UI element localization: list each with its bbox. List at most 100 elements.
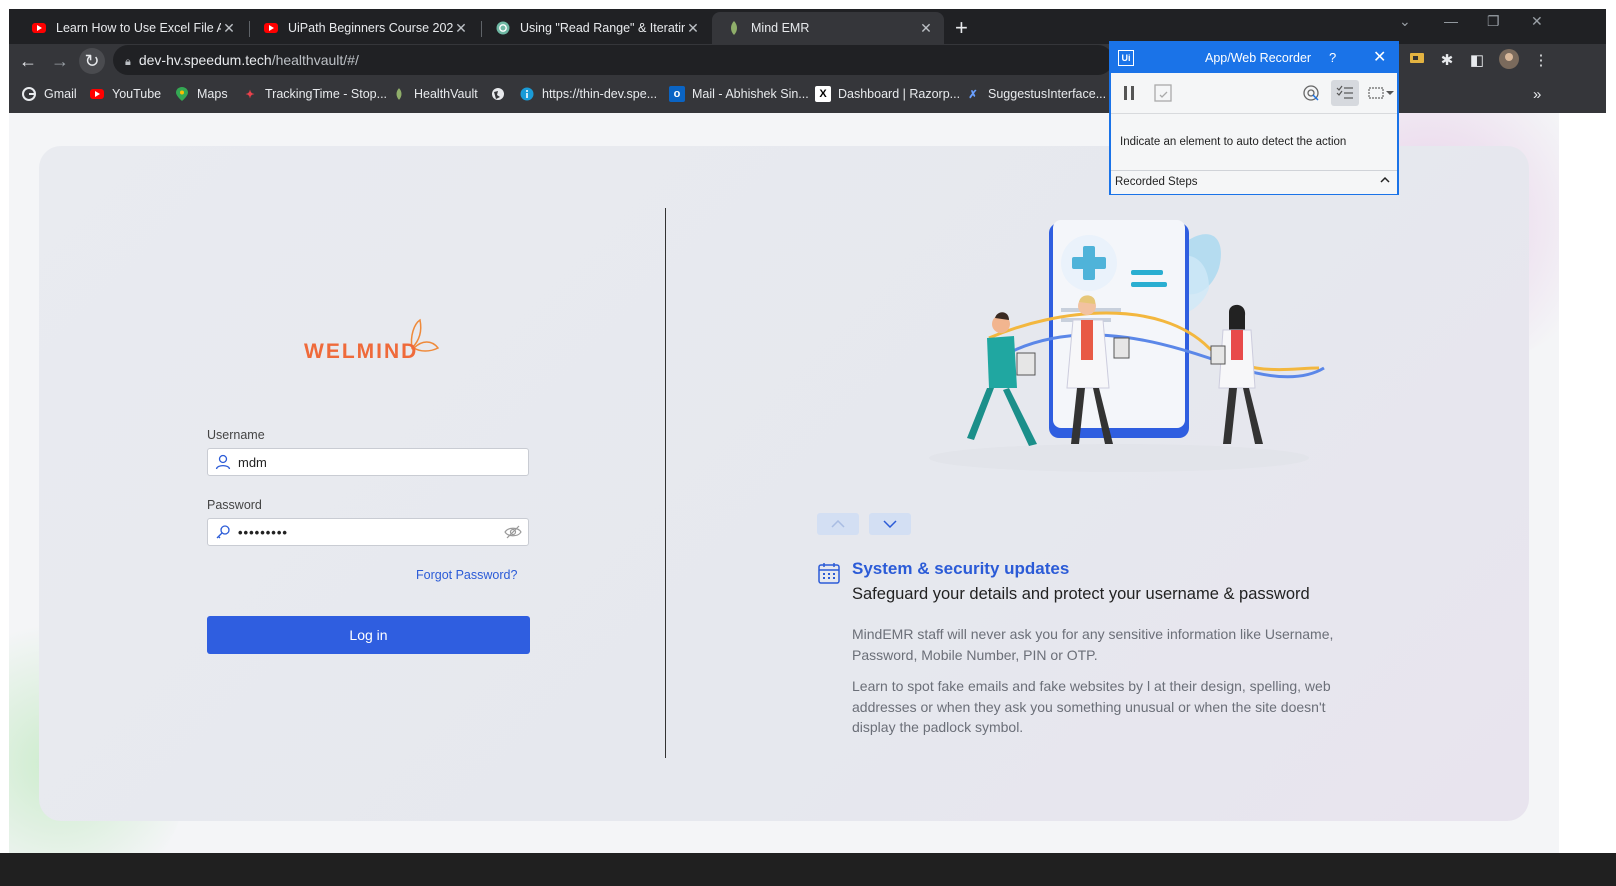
recorded-steps-label: Recorded Steps [1115,176,1198,188]
news-paragraph: MindEMR staff will never ask you for any… [852,626,1334,663]
bookmark-outlook[interactable]: o Mail - Abhishek Sin... [669,86,809,102]
globe-icon [490,86,506,102]
news-title: System & security updates [852,559,1070,578]
url-path: /healthvault/#/ [271,52,359,68]
bookmark-label: https://thin-dev.spe... [542,87,658,101]
bookmark-trackingtime[interactable]: ✦ TrackingTime - Stop... [242,86,387,102]
page-viewport: WELMIND Username Password Forgot Passwor… [9,113,1559,853]
close-tab-icon[interactable]: ✕ [221,20,237,37]
bookmark-globe[interactable] [490,86,513,102]
tab-title: Using "Read Range" & Iterating i [520,21,685,35]
tab-excel-video[interactable]: Learn How to Use Excel File Activ ✕ [17,12,247,44]
username-field[interactable] [207,448,529,476]
trackingtime-icon: ✦ [245,88,255,101]
target-icon[interactable] [1297,80,1325,106]
address-bar[interactable]: 🔒︎ dev-hv.speedum.tech/healthvault/#/ [113,45,1113,75]
pause-button[interactable] [1115,80,1143,106]
recorded-steps-header[interactable]: Recorded Steps [1111,170,1397,194]
forgot-password-link[interactable]: Forgot Password? [416,568,517,582]
bookmark-label: HealthVault [414,87,478,101]
tab-uipath-course[interactable]: UiPath Beginners Course 2023 - F ✕ [249,12,479,44]
youtube-icon [263,20,279,36]
tab-read-range[interactable]: Using "Read Range" & Iterating i ✕ [481,12,711,44]
bookmark-suggestus[interactable]: ✗ SuggestusInterface... [965,86,1106,102]
youtube-icon [31,20,47,36]
recorded-steps-toggle[interactable] [1331,80,1359,106]
bookmark-thin-dev[interactable]: https://thin-dev.spe... [519,86,657,102]
forward-button[interactable]: → [47,48,73,74]
close-icon[interactable]: ✕ [1373,47,1386,67]
chatgpt-icon [495,20,511,36]
news-subtitle: Safeguard your details and protect your … [852,585,1310,603]
side-panel-icon[interactable]: ◧ [1465,49,1489,73]
key-icon [208,524,238,540]
close-tab-icon[interactable]: ✕ [918,20,934,37]
restore-button[interactable]: ❐ [1487,13,1500,30]
help-button[interactable]: ? [1329,50,1336,65]
recorder-toolbar [1111,73,1397,114]
uipath-logo-icon: Ui [1118,50,1134,66]
tab-search-icon[interactable]: ⌄ [1399,13,1411,30]
bookmark-label: Gmail [44,87,77,101]
bookmark-healthvault[interactable]: HealthVault [391,86,478,102]
bookmark-label: SuggestusInterface... [988,87,1107,101]
tab-strip: Learn How to Use Excel File Activ ✕ UiPa… [9,9,1606,44]
bookmark-maps[interactable]: Maps [174,86,228,102]
new-tab-button[interactable]: + [955,15,968,41]
bookmark-gmail[interactable]: Gmail [21,86,77,102]
close-tab-icon[interactable]: ✕ [685,20,701,37]
carousel-prev-button[interactable] [817,513,859,535]
bookmark-label: YouTube [112,87,162,101]
tab-title: Learn How to Use Excel File Activ [56,21,221,35]
minimize-button[interactable]: — [1444,13,1458,29]
extension-icon[interactable] [1405,49,1429,73]
google-icon [21,86,37,102]
healthvault-icon [391,86,407,102]
screen-capture-dropdown[interactable] [1365,80,1397,106]
info-icon [519,86,535,102]
url-host: dev-hv.speedum.tech [138,52,272,68]
reload-button[interactable]: ↻ [79,48,105,74]
healthvault-icon [726,20,742,36]
profile-avatar[interactable] [1497,49,1521,73]
recorder-titlebar: Ui App/Web Recorder ? ✕ [1111,43,1397,73]
close-tab-icon[interactable]: ✕ [453,20,469,37]
taskbar [0,853,1616,886]
bookmark-razorpay[interactable]: X Dashboard | Razorp... [815,86,960,102]
bookmark-label: TrackingTime - Stop... [265,87,388,101]
tab-title: Mind EMR [751,21,810,35]
password-field[interactable] [207,518,529,546]
more-bookmarks-button[interactable]: » [1533,86,1541,103]
carousel-next-button[interactable] [869,513,911,535]
bookmark-youtube[interactable]: YouTube [89,86,161,102]
menu-icon[interactable]: ⋮ [1529,49,1553,73]
bookmark-label: Dashboard | Razorp... [838,87,961,101]
recorder-instruction: Indicate an element to auto detect the a… [1120,136,1347,148]
lock-icon: 🔒︎ [125,56,131,68]
x-blue-icon: ✗ [968,88,978,101]
logo-text: WELMIND [304,340,419,363]
login-button[interactable]: Log in [207,616,530,654]
save-button[interactable] [1149,80,1177,106]
news-paragraph: Learn to spot fake emails and fake websi… [852,678,1331,735]
vertical-divider [665,208,666,758]
recorder-title: App/Web Recorder [1205,51,1312,65]
login-card: WELMIND Username Password Forgot Passwor… [39,146,1529,821]
user-icon [208,454,238,470]
back-button[interactable]: ← [15,48,41,74]
close-window-button[interactable]: ✕ [1531,13,1543,30]
bookmark-label: Mail - Abhishek Sin... [692,87,809,101]
password-input[interactable] [238,524,498,540]
outlook-icon: o [669,86,685,102]
password-label: Password [207,498,262,512]
extensions-puzzle-icon[interactable]: ✱ [1435,49,1459,73]
tab-title: UiPath Beginners Course 2023 - F [288,21,453,35]
tab-mind-emr[interactable]: Mind EMR ✕ [712,12,944,44]
x-icon: X [815,86,831,102]
doctors-illustration [929,220,1325,472]
bookmark-label: Maps [197,87,228,101]
chevron-up-icon[interactable] [1379,174,1391,186]
username-input[interactable] [238,454,528,470]
toggle-visibility-icon[interactable] [498,524,528,540]
app-web-recorder-window: Ui App/Web Recorder ? ✕ Indicate an elem… [1109,41,1399,195]
